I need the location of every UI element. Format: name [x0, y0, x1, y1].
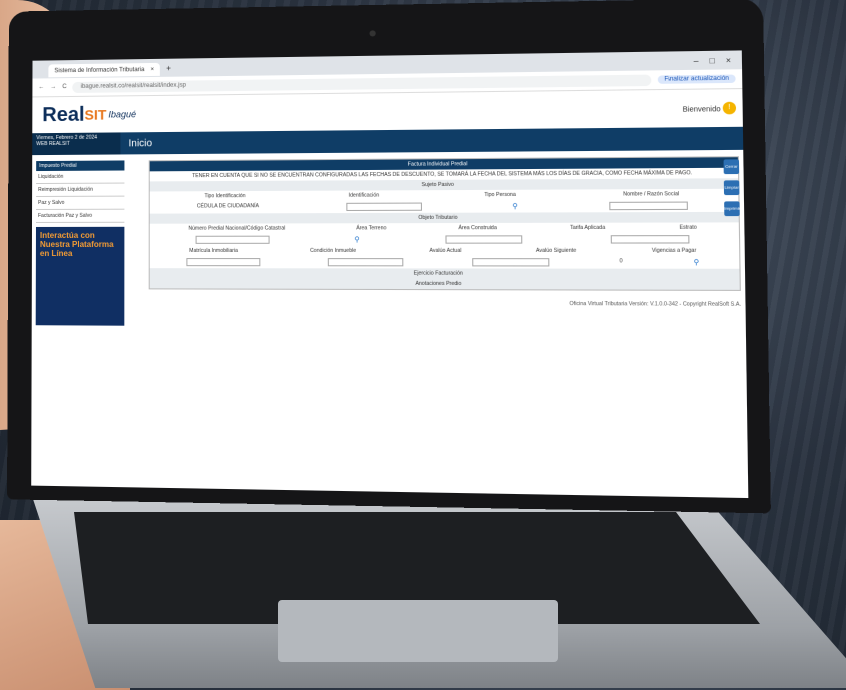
label-tipo-identificacion: Tipo Identificación — [204, 193, 246, 200]
maximize-button[interactable]: □ — [709, 56, 714, 65]
search-icon[interactable]: ⚲ — [512, 202, 518, 210]
reload-button[interactable]: C — [62, 84, 66, 90]
clear-form-button[interactable]: Limpiar — [723, 180, 740, 196]
label-tipo-persona: Tipo Persona — [484, 191, 516, 199]
identificacion-input[interactable] — [346, 202, 423, 212]
area-terreno-input[interactable] — [445, 235, 523, 244]
version-label: WEB REALSIT — [36, 140, 70, 148]
menu-item-liquidacion[interactable]: Liquidación — [36, 170, 125, 185]
vigencias-value[interactable]: 0 — [620, 258, 623, 266]
close-form-button[interactable]: Cerrar — [723, 159, 740, 175]
search-vigencias-icon[interactable]: ⚲ — [693, 258, 699, 266]
label-numero-predial: Número Predial Nacional/Código Catastral — [188, 225, 286, 232]
new-tab-button[interactable]: + — [166, 63, 171, 72]
welcome-text: Bienvenido — [682, 106, 721, 114]
section-anotaciones: Anotaciones Predio — [149, 278, 740, 290]
page-title: Inicio — [128, 137, 153, 149]
footer-text: Oficina Virtual Tributaria Versión: V.1.… — [569, 300, 742, 308]
object-labels-2: Matrícula Inmobiliaria Condición Inmuebl… — [150, 246, 740, 257]
label-vigencias: Vigencias a Pagar — [651, 247, 697, 254]
tab-close-icon[interactable]: × — [150, 66, 154, 72]
date-box: Viernes, Febrero 2 de 2024 WEB REALSIT — [32, 132, 121, 156]
promo-title-2: Nuestra Plataforma — [39, 239, 114, 249]
page-content: Impuesto Predial Liquidación Reimpresión… — [32, 150, 746, 336]
label-matricula: Matrícula Inmobiliaria — [189, 247, 238, 254]
label-nombre: Nombre / Razón Social — [623, 191, 680, 198]
close-window-button[interactable]: × — [726, 55, 731, 64]
laptop-screen: Sistema de Información Tributaria × + – … — [31, 50, 749, 499]
search-predio-icon[interactable]: ⚲ — [354, 236, 359, 244]
numero-predial-input[interactable] — [195, 235, 270, 244]
label-avaluo-actual: Avalúo Actual — [429, 247, 462, 254]
tipo-identificacion-select[interactable]: CÉDULA DE CIUDADANÍA — [197, 203, 259, 211]
window-controls: – □ × — [694, 55, 731, 65]
laptop-lid: Sistema de Información Tributaria × + – … — [7, 0, 771, 514]
menu-item-paz-y-salvo[interactable]: Paz y Salvo — [36, 196, 125, 210]
avaluo-actual-input[interactable] — [472, 258, 550, 267]
browser-tab[interactable]: Sistema de Información Tributaria × — [48, 62, 161, 78]
matricula-input[interactable] — [186, 258, 261, 267]
address-bar[interactable]: ibague.realsit.co/realsit/realsit/index.… — [72, 74, 652, 93]
object-inputs-1: ⚲ — [150, 233, 739, 246]
label-area-terreno: Área Terreno — [356, 225, 387, 232]
menu-heading[interactable]: Impuesto Predial — [36, 160, 125, 172]
forward-button[interactable]: → — [50, 84, 56, 90]
menu-item-reimpresion[interactable]: Reimpresión Liquidación — [36, 183, 125, 197]
user-icon[interactable]: ! — [722, 101, 737, 115]
main-panel: Factura Individual Predial TENER EN CUEN… — [128, 150, 746, 336]
label-area-construida: Área Construida — [458, 225, 497, 232]
promo-banner[interactable]: Interactúa con Nuestra Plataforma en Lín… — [35, 226, 125, 326]
print-button[interactable]: Imprimir — [724, 201, 740, 217]
trackpad — [278, 600, 558, 662]
minimize-button[interactable]: – — [694, 56, 699, 65]
object-inputs-2: 0 ⚲ — [150, 256, 740, 269]
label-estrato: Estrato — [679, 224, 697, 231]
update-browser-button[interactable]: Finalizar actualización — [657, 74, 736, 84]
side-action-buttons: Cerrar Limpiar Imprimir — [723, 159, 740, 217]
tab-title: Sistema de Información Tributaria — [54, 66, 145, 74]
promo-title-1: Interactúa con — [39, 230, 95, 240]
logo-real: Real — [42, 103, 85, 126]
label-avaluo-siguiente: Avalúo Siguiente — [535, 247, 577, 254]
back-button[interactable]: ← — [38, 84, 44, 90]
sidebar: Impuesto Predial Liquidación Reimpresión… — [32, 154, 129, 331]
label-tarifa: Tarifa Aplicada — [569, 224, 606, 232]
menu-item-facturacion[interactable]: Facturación Paz y Salvo — [35, 209, 125, 223]
nombre-input[interactable] — [608, 201, 688, 211]
label-condicion: Condición Inmueble — [309, 247, 357, 254]
logo-city: Ibagué — [108, 109, 137, 120]
invoice-form: Factura Individual Predial TENER EN CUEN… — [148, 156, 741, 291]
site-header: Real SIT Ibagué Bienvenido ! — [32, 89, 743, 133]
area-construida-input[interactable] — [610, 235, 690, 244]
url-text: ibague.realsit.co/realsit/realsit/index.… — [80, 82, 186, 90]
logo-sit: SIT — [84, 106, 107, 123]
promo-title-3: en Línea — [39, 248, 73, 259]
condicion-input[interactable] — [328, 258, 404, 267]
webcam — [369, 30, 376, 37]
label-identificacion: Identificación — [348, 192, 380, 199]
